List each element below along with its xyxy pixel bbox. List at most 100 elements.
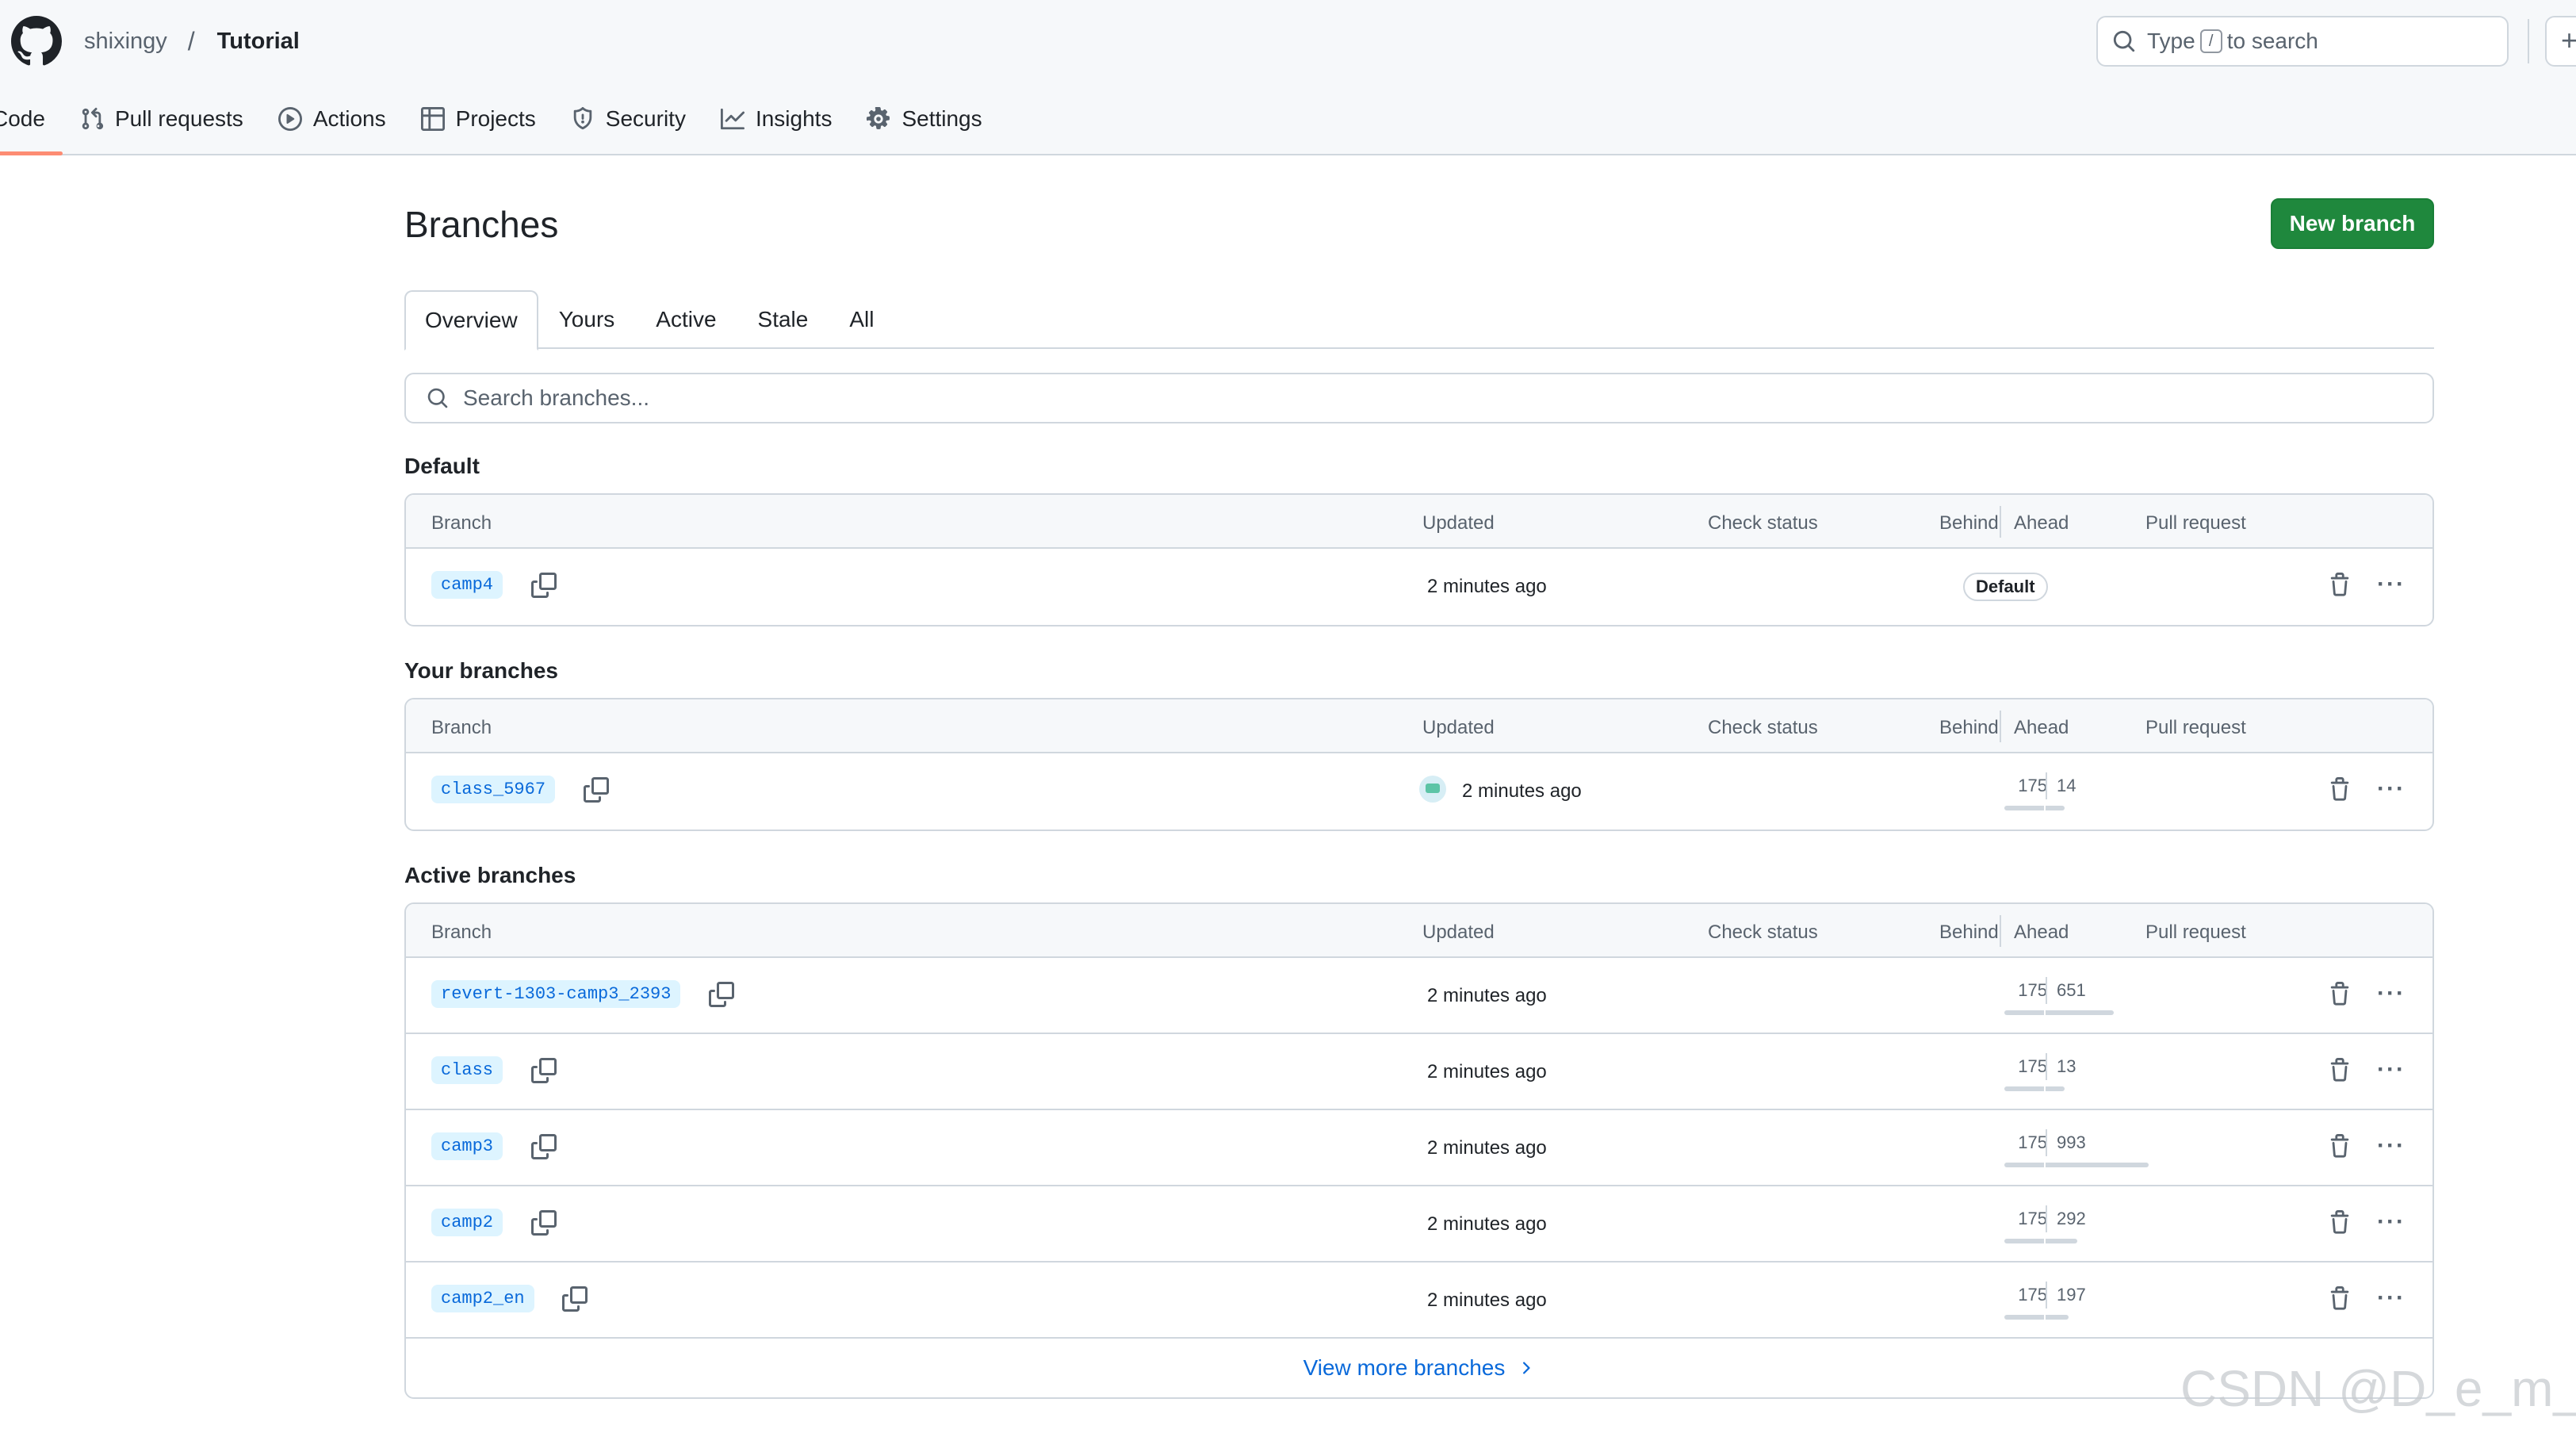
copy-icon[interactable]: [530, 1209, 557, 1236]
copy-icon[interactable]: [530, 572, 557, 598]
col-updated: Updated: [1422, 921, 1495, 943]
tab-actions[interactable]: Actions: [261, 94, 404, 144]
trash-icon[interactable]: [2328, 777, 2352, 801]
ahead-count: 14: [2057, 776, 2076, 795]
section-title-active: Active branches: [404, 863, 576, 887]
trash-icon[interactable]: [2328, 573, 2352, 596]
behind-count: 175: [2018, 1285, 2047, 1305]
behind-ahead-divider: [2046, 1129, 2047, 1156]
search-icon: [427, 388, 448, 408]
copy-icon[interactable]: [562, 1285, 588, 1312]
branch-name-link[interactable]: class_5967: [431, 776, 556, 804]
breadcrumb-repo[interactable]: Tutorial: [217, 29, 300, 55]
ahead-count: 651: [2057, 980, 2086, 1000]
branch-name-link[interactable]: class: [431, 1056, 503, 1085]
github-logo-icon[interactable]: [11, 16, 62, 67]
col-ahead: Ahead: [2014, 512, 2069, 534]
ahead-bar: [2046, 806, 2065, 810]
col-check-status: Check status: [1708, 921, 1818, 943]
trash-icon[interactable]: [2328, 1134, 2352, 1158]
default-branch-table: Branch Updated Check status Behind Ahead…: [404, 493, 2434, 626]
avatar[interactable]: [1419, 776, 1446, 803]
col-branch: Branch: [431, 921, 492, 943]
page-title: Branches: [404, 204, 559, 245]
behind-ahead-divider: [2046, 977, 2047, 1004]
ahead-bar: [2046, 1010, 2114, 1015]
behind-count: 175: [2018, 1209, 2047, 1228]
tab-all[interactable]: All: [829, 290, 894, 349]
col-behind: Behind: [1939, 717, 1999, 738]
view-more-branches-link[interactable]: View more branches: [406, 1339, 2432, 1397]
gear-icon: [867, 107, 890, 129]
col-pull-request: Pull request: [2145, 921, 2246, 943]
new-branch-button[interactable]: New branch: [2271, 198, 2434, 249]
behind-ahead-divider: [2046, 1053, 2047, 1080]
tab-label: Security: [605, 106, 686, 131]
branch-name-link[interactable]: camp4: [431, 571, 503, 600]
tab-insights[interactable]: Insights: [703, 94, 850, 144]
tab-yours[interactable]: Yours: [538, 290, 636, 349]
tab-stale[interactable]: Stale: [737, 290, 829, 349]
tab-projects[interactable]: Projects: [404, 94, 553, 144]
behind-count: 175: [2018, 776, 2047, 795]
branch-filter-tabs: Overview Yours Active Stale All: [404, 290, 2434, 351]
branch-search-input[interactable]: Search branches...: [404, 373, 2434, 423]
branch-name-link[interactable]: camp2_en: [431, 1285, 534, 1313]
more-options-icon[interactable]: ···: [2377, 573, 2406, 596]
tab-security[interactable]: Security: [553, 94, 703, 144]
more-options-icon[interactable]: ···: [2377, 1210, 2406, 1234]
branch-name-link[interactable]: revert-1303-camp3_2393: [431, 980, 681, 1009]
col-pull-request: Pull request: [2145, 512, 2246, 534]
chevron-right-icon: [1523, 1362, 1530, 1374]
trash-icon[interactable]: [2328, 982, 2352, 1006]
tab-overview[interactable]: Overview: [404, 290, 538, 351]
copy-icon[interactable]: [530, 1057, 557, 1083]
ahead-bar: [2046, 1239, 2077, 1243]
behind-bar: [2004, 1315, 2044, 1320]
tab-code[interactable]: Code: [0, 94, 63, 155]
tab-settings[interactable]: Settings: [849, 94, 999, 144]
behind-ahead-indicator: 175 13: [1933, 1053, 2266, 1091]
tab-label: Insights: [755, 106, 833, 131]
branch-name-link[interactable]: camp2: [431, 1209, 503, 1237]
more-options-icon[interactable]: ···: [2377, 1058, 2406, 1082]
tab-pull-requests[interactable]: Pull requests: [63, 94, 261, 144]
copy-icon[interactable]: [709, 981, 735, 1007]
breadcrumb: shixingy / Tutorial: [84, 27, 300, 56]
table-row: class_5967 2 minutes ago 175 14 ···: [406, 753, 2432, 830]
table-row: revert-1303-camp3_2393 2 minutes ago 175…: [406, 958, 2432, 1034]
table-row: camp4 2 minutes ago Default ···: [406, 549, 2432, 625]
more-options-icon[interactable]: ···: [2377, 1286, 2406, 1310]
col-behind: Behind: [1939, 921, 1999, 943]
tab-active[interactable]: Active: [635, 290, 737, 349]
branch-name-link[interactable]: camp3: [431, 1132, 503, 1161]
col-ahead: Ahead: [2014, 717, 2069, 738]
behind-count: 175: [2018, 1056, 2047, 1076]
search-suffix: to search: [2226, 29, 2318, 53]
ahead-count: 993: [2057, 1132, 2086, 1152]
ahead-bar: [2046, 1086, 2065, 1091]
updated-time: 2 minutes ago: [1462, 780, 1582, 802]
behind-ahead-indicator: 175 197: [1933, 1282, 2266, 1320]
behind-bar: [2004, 1010, 2044, 1015]
trash-icon[interactable]: [2328, 1210, 2352, 1234]
trash-icon[interactable]: [2328, 1286, 2352, 1310]
ahead-count: 197: [2057, 1285, 2086, 1305]
more-options-icon[interactable]: ···: [2377, 982, 2406, 1006]
active-branches-table: Branch Updated Check status Behind Ahead…: [404, 902, 2434, 1399]
behind-ahead-indicator: 175 292: [1933, 1205, 2266, 1243]
more-options-icon[interactable]: ···: [2377, 777, 2406, 801]
behind-count: 175: [2018, 1132, 2047, 1152]
col-check-status: Check status: [1708, 717, 1818, 738]
col-ahead: Ahead: [2014, 921, 2069, 943]
copy-icon[interactable]: [530, 1133, 557, 1159]
breadcrumb-owner[interactable]: shixingy: [84, 29, 167, 55]
behind-bar: [2004, 1239, 2044, 1243]
global-search-input[interactable]: Type / to search: [2096, 16, 2509, 67]
ahead-count: 13: [2057, 1056, 2076, 1076]
more-options-icon[interactable]: ···: [2377, 1134, 2406, 1158]
watermark: CSDN @D_e_m_o: [2180, 1360, 2576, 1417]
create-new-button[interactable]: +: [2545, 16, 2576, 67]
copy-icon[interactable]: [583, 776, 609, 803]
trash-icon[interactable]: [2328, 1058, 2352, 1082]
